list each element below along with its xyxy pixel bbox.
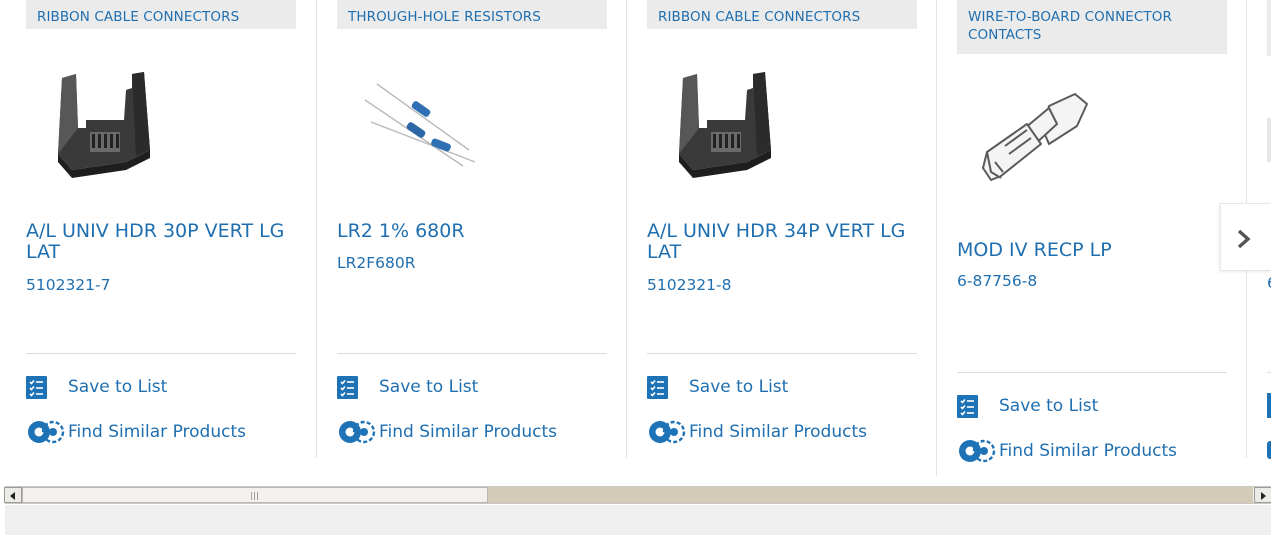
scrollbar-grip [251, 492, 260, 500]
checklist-icon [957, 394, 978, 418]
save-to-list-button[interactable]: Save to List [337, 374, 478, 400]
scrollbar-track[interactable] [488, 487, 1253, 503]
save-to-list-label: Save to List [68, 377, 168, 397]
through-hole-resistor-image[interactable] [351, 70, 481, 190]
product-title[interactable]: A/L UNIV HDR 34P VERT LG LAT [647, 221, 917, 263]
product-carousel: RIBBON CABLE CONNECTORS A/L UNIV HDR 30P… [0, 0, 1271, 480]
product-card: RIBBON CABLE CONNECTORS A/L UNIV HDR 30P… [0, 0, 310, 475]
chevron-right-icon [1237, 229, 1251, 249]
product-image-partial[interactable] [1267, 118, 1271, 162]
part-number[interactable]: 6 [1267, 273, 1271, 293]
divider [1267, 372, 1271, 373]
find-similar-products-button[interactable]: Find Similar Products [26, 419, 246, 445]
carousel-next-button[interactable] [1220, 203, 1271, 271]
divider [957, 372, 1227, 373]
save-to-list-label: Save to List [379, 377, 479, 397]
similar-products-icon [647, 419, 687, 445]
find-similar-products-button[interactable]: Find Similar Products [337, 419, 557, 445]
save-to-list-button[interactable]: Save to List [647, 374, 788, 400]
scroll-left-button[interactable] [4, 487, 22, 503]
divider [647, 353, 917, 354]
divider [26, 353, 296, 354]
checklist-icon [26, 375, 47, 399]
checklist-icon [647, 375, 668, 399]
checklist-icon[interactable] [1267, 393, 1271, 418]
ribbon-cable-connector-image[interactable] [40, 70, 170, 190]
save-to-list-label: Save to List [689, 377, 789, 397]
category-label[interactable]: RIBBON CABLE CONNECTORS [647, 0, 917, 29]
similar-products-icon [337, 419, 377, 445]
arrow-left-icon [10, 492, 15, 500]
part-number[interactable]: 5102321-7 [26, 275, 111, 295]
find-similar-products-label: Find Similar Products [68, 422, 246, 442]
save-to-list-label: Save to List [999, 396, 1099, 416]
similar-products-icon[interactable] [1267, 441, 1271, 459]
find-similar-products-label: Find Similar Products [999, 441, 1177, 461]
find-similar-products-button[interactable]: Find Similar Products [647, 419, 867, 445]
find-similar-products-label: Find Similar Products [379, 422, 557, 442]
product-title[interactable]: MOD IV RECP LP [957, 240, 1227, 261]
scroll-right-button[interactable] [1254, 487, 1271, 503]
checklist-icon [337, 375, 358, 399]
product-title[interactable]: LR2 1% 680R [337, 221, 607, 242]
scrollbar-thumb[interactable] [22, 487, 488, 503]
similar-products-icon [957, 438, 997, 464]
product-card: WIRE-TO-BOARD CONNECTOR CONTACTS MOD IV … [931, 0, 1241, 475]
product-card: RIBBON CABLE CONNECTORS A/L UNIV HDR 34P… [621, 0, 931, 475]
product-card: THROUGH-HOLE RESISTORS LR2 1% 680R LR2F6… [311, 0, 621, 475]
part-number[interactable]: LR2F680R [337, 253, 416, 273]
crimp-contact-image[interactable] [971, 84, 1101, 204]
part-number[interactable]: 5102321-8 [647, 275, 732, 295]
divider [337, 353, 607, 354]
arrow-right-icon [1261, 492, 1266, 500]
similar-products-icon [26, 419, 66, 445]
save-to-list-button[interactable]: Save to List [957, 393, 1098, 419]
footer-area [5, 505, 1271, 535]
category-label[interactable]: RIBBON CABLE CONNECTORS [26, 0, 296, 29]
ribbon-cable-connector-image[interactable] [661, 70, 791, 190]
category-label[interactable]: WIRE-TO-BOARD CONNECTOR CONTACTS [957, 0, 1227, 54]
category-label[interactable]: THROUGH-HOLE RESISTORS [337, 0, 607, 29]
part-number[interactable]: 6-87756-8 [957, 271, 1037, 291]
horizontal-scrollbar[interactable] [4, 486, 1271, 504]
find-similar-products-label: Find Similar Products [689, 422, 867, 442]
find-similar-products-button[interactable]: Find Similar Products [957, 438, 1177, 464]
product-title[interactable]: A/L UNIV HDR 30P VERT LG LAT [26, 221, 296, 263]
save-to-list-button[interactable]: Save to List [26, 374, 167, 400]
category-label[interactable] [1267, 0, 1271, 56]
